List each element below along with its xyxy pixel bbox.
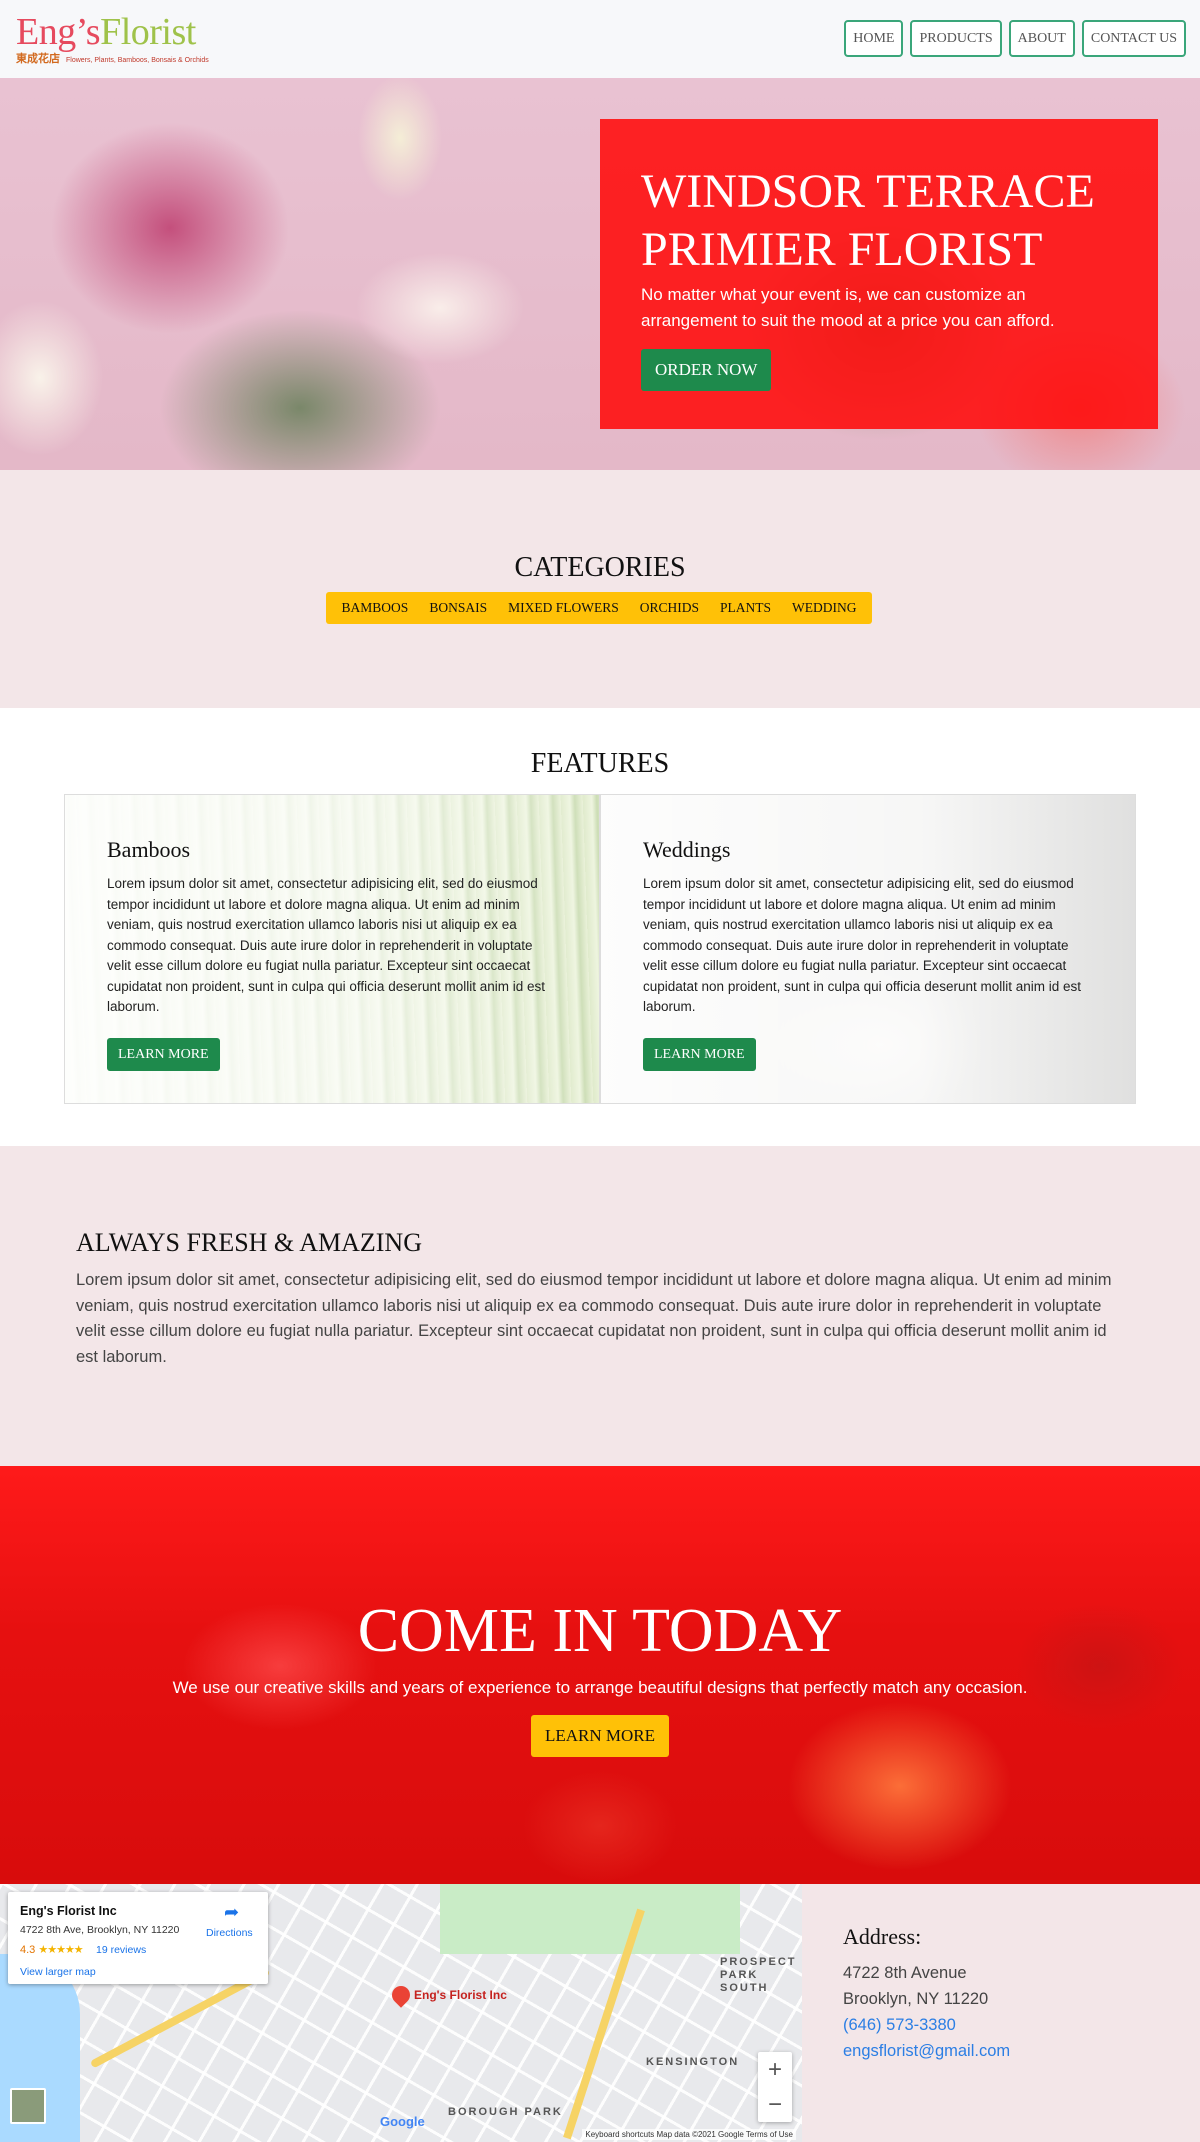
categories-title: CATEGORIES <box>514 552 686 583</box>
zoom-in-button[interactable]: + <box>758 2052 792 2087</box>
features-section: FEATURES Bamboos Lorem ipsum dolor sit a… <box>0 708 1200 1146</box>
hero-text: No matter what your event is, we can cus… <box>641 285 1055 330</box>
category-orchids[interactable]: ORCHIDS <box>629 592 709 624</box>
hero-banner: WINDSOR TERRACE PRIMIER FLORIST No matte… <box>0 78 1200 470</box>
map-pin-icon[interactable] <box>388 1982 414 2008</box>
google-logo: Google <box>380 2114 425 2129</box>
fresh-section: ALWAYS FRESH & AMAZING Lorem ipsum dolor… <box>0 1146 1200 1466</box>
feature-card-text: Lorem ipsum dolor sit amet, consectetur … <box>643 876 1082 1014</box>
feature-card-text: Lorem ipsum dolor sit amet, consectetur … <box>107 876 546 1014</box>
email-link[interactable]: engsflorist@gmail.com <box>843 2038 1010 2064</box>
cta-learn-more-button[interactable]: LEARN MORE <box>531 1715 670 1757</box>
category-wedding[interactable]: WEDDING <box>781 592 866 624</box>
site-header: Eng’sFlorist 東成花店 Flowers, Plants, Bambo… <box>0 0 1200 78</box>
nav-home[interactable]: HOME <box>844 20 904 57</box>
view-larger-map-link[interactable]: View larger map <box>20 1966 96 1978</box>
map-label-borough-park: BOROUGH PARK <box>448 2106 563 2118</box>
category-plants[interactable]: PLANTS <box>709 592 781 624</box>
cta-banner: COME IN TODAY We use our creative skills… <box>0 1466 1200 1884</box>
star-icon: ★★★★★ <box>38 1944 83 1956</box>
address-title: Address: <box>843 1924 922 1949</box>
site-logo[interactable]: Eng’sFlorist 東成花店 Flowers, Plants, Bambo… <box>16 12 226 68</box>
category-mixed-flowers[interactable]: MIXED FLOWERS <box>498 592 630 624</box>
footer-section: PROSPECT PARK SOUTH KENSINGTON BOROUGH P… <box>0 1884 1200 2142</box>
main-nav: HOME PRODUCTS ABOUT CONTACT US <box>844 20 1186 57</box>
feature-card-title: Bamboos <box>107 837 191 862</box>
logo-part-1: Eng’s <box>16 11 101 53</box>
order-now-button[interactable]: ORDER NOW <box>641 349 772 391</box>
zoom-out-button[interactable]: − <box>758 2087 792 2122</box>
feature-card-bamboos: Bamboos Lorem ipsum dolor sit amet, cons… <box>64 794 600 1104</box>
logo-chinese: 東成花店 <box>16 53 60 65</box>
address-street: 4722 8th Avenue <box>843 1964 967 1982</box>
hero-title: WINDSOR TERRACE PRIMIER FLORIST <box>641 165 1095 276</box>
map-label-prospect-park-south: PROSPECT PARK SOUTH <box>720 1956 797 1994</box>
address-city: Brooklyn, NY 11220 <box>843 1990 989 2008</box>
map-reviews-link[interactable]: 19 reviews <box>96 1944 146 1956</box>
google-map[interactable]: PROSPECT PARK SOUTH KENSINGTON BOROUGH P… <box>0 1884 802 2142</box>
map-pin-label: Eng's Florist Inc <box>414 1988 507 2002</box>
map-satellite-toggle[interactable] <box>10 2088 46 2124</box>
features-title: FEATURES <box>530 748 670 779</box>
cta-text: We use our creative skills and years of … <box>172 1678 1028 1697</box>
directions-icon[interactable]: ➦ <box>224 1902 239 1923</box>
bamboos-learn-more-button[interactable]: LEARN MORE <box>107 1038 220 1071</box>
feature-card-weddings: Weddings Lorem ipsum dolor sit amet, con… <box>600 794 1136 1104</box>
nav-about[interactable]: ABOUT <box>1008 20 1075 57</box>
nav-products[interactable]: PRODUCTS <box>910 20 1002 57</box>
categories-bar: BAMBOOS BONSAIS MIXED FLOWERS ORCHIDS PL… <box>326 592 872 624</box>
categories-section: CATEGORIES BAMBOOS BONSAIS MIXED FLOWERS… <box>0 470 1200 708</box>
fresh-text: Lorem ipsum dolor sit amet, consectetur … <box>76 1271 1112 1366</box>
map-place-address: 4722 8th Ave, Brooklyn, NY 11220 <box>20 1924 180 1936</box>
weddings-learn-more-button[interactable]: LEARN MORE <box>643 1038 756 1071</box>
cta-title: COME IN TODAY <box>357 1597 843 1665</box>
map-rating-value: 4.3 <box>20 1944 36 1956</box>
logo-part-2: Florist <box>100 11 196 53</box>
logo-wordmark: Eng’sFlorist <box>16 12 226 52</box>
logo-tagline: Flowers, Plants, Bamboos, Bonsais & Orch… <box>66 57 209 64</box>
map-park <box>440 1884 740 1954</box>
map-place-name: Eng's Florist Inc <box>20 1904 117 1918</box>
hero-panel: WINDSOR TERRACE PRIMIER FLORIST No matte… <box>600 119 1158 429</box>
fresh-title: ALWAYS FRESH & AMAZING <box>76 1228 422 1257</box>
map-place-card: Eng's Florist Inc 4722 8th Ave, Brooklyn… <box>8 1892 268 1984</box>
category-bonsais[interactable]: BONSAIS <box>419 592 498 624</box>
address-block: Address: 4722 8th Avenue Brooklyn, NY 11… <box>843 1924 1010 2064</box>
feature-card-title: Weddings <box>643 837 731 862</box>
map-rating: 4.3 ★★★★★ <box>20 1943 84 1956</box>
phone-link[interactable]: (646) 573-3380 <box>843 2012 1010 2038</box>
map-label-kensington: KENSINGTON <box>646 2056 740 2068</box>
map-zoom-control: + − <box>758 2052 792 2122</box>
map-attribution[interactable]: Keyboard shortcuts Map data ©2021 Google… <box>582 2129 796 2140</box>
directions-link[interactable]: Directions <box>206 1927 253 1939</box>
nav-contact-us[interactable]: CONTACT US <box>1081 20 1186 57</box>
category-bamboos[interactable]: BAMBOOS <box>331 592 419 624</box>
